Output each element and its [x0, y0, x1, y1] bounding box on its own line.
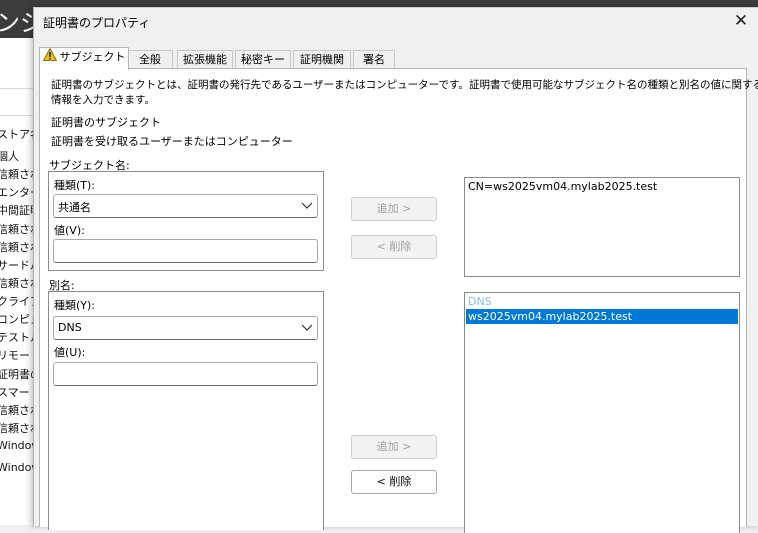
tab-signature[interactable]: 署名 [353, 50, 395, 69]
alt-name-list[interactable]: DNS ws2025vm04.mylab2025.test [464, 292, 740, 533]
tab-label: 署名 [363, 53, 385, 66]
subject-name-list[interactable]: CN=ws2025vm04.mylab2025.test [464, 177, 740, 277]
subject-tab-panel: 証明書のサブジェクトとは、証明書の発行先であるユーザーまたはコンピューターです。… [39, 68, 758, 533]
store-item[interactable]: Window [0, 439, 37, 455]
alt-type-dropdown[interactable]: DNS [53, 316, 318, 340]
close-icon[interactable]: ✕ [731, 11, 751, 31]
subject-type-dropdown[interactable]: 共通名 [53, 194, 318, 218]
description-line-2: 情報を入力できます。 [51, 94, 155, 106]
tab-private-key[interactable]: 秘密キー [235, 50, 291, 69]
store-item[interactable]: スマートカ [0, 384, 37, 400]
alt-type-label: 種類(Y): [54, 299, 96, 312]
subject-type-value: 共通名 [58, 201, 91, 214]
chevron-down-icon [301, 324, 313, 331]
tab-label: 全般 [139, 53, 161, 66]
alt-type-value: DNS [58, 321, 82, 334]
dialog-title: 証明書のプロパティ [43, 16, 151, 30]
store-item[interactable]: 信頼され [0, 166, 37, 182]
store-item[interactable]: テストルー [0, 329, 37, 345]
tab-label: サブジェクト [59, 50, 126, 64]
section-heading: 証明書のサブジェクト [51, 116, 161, 129]
tab-label: 秘密キー [241, 53, 285, 66]
warning-icon [42, 47, 57, 67]
store-item[interactable]: コンピュー [0, 311, 37, 327]
list-item[interactable]: ws2025vm04.mylab2025.test [466, 309, 738, 324]
store-item[interactable]: リモートデ [0, 347, 37, 363]
alt-remove-button[interactable]: < 削除 [351, 470, 437, 494]
tab-label: 拡張機能 [183, 53, 227, 66]
store-item[interactable]: 信頼され [0, 402, 37, 418]
tab-general[interactable]: 全般 [127, 50, 173, 69]
subject-remove-button[interactable]: < 削除 [351, 235, 437, 259]
store-item[interactable]: 中間証明 [0, 202, 37, 218]
list-item[interactable]: CN=ws2025vm04.mylab2025.test [466, 179, 738, 194]
store-item[interactable]: 信頼され [0, 275, 37, 291]
subject-value-label: 値(V): [54, 224, 85, 237]
subject-type-label: 種類(T): [54, 179, 96, 192]
tab-subject[interactable]: サブジェクト [39, 47, 129, 70]
store-item[interactable]: クライアン [0, 293, 37, 309]
store-column-header[interactable]: ストア名 [0, 126, 37, 142]
alt-value-label: 値(U): [54, 346, 86, 359]
store-item[interactable]: サードパー [0, 257, 37, 273]
alt-value-input[interactable] [53, 362, 318, 386]
section-subheading: 証明書を受け取るユーザーまたはコンピューター [51, 135, 293, 148]
chevron-down-icon [301, 202, 313, 209]
store-item[interactable]: 証明書の [0, 366, 37, 382]
store-item[interactable]: 個人 [0, 148, 37, 164]
store-item[interactable]: 信頼され [0, 221, 37, 237]
alt-add-button[interactable]: 追加 > [351, 435, 437, 459]
store-item[interactable]: 信頼され [0, 420, 37, 436]
tab-extensions[interactable]: 拡張機能 [177, 50, 233, 69]
tab-label: 証明機関 [300, 53, 344, 66]
divider [0, 115, 34, 116]
list-group-header: DNS [468, 295, 492, 308]
divider [0, 88, 34, 89]
subject-value-input[interactable] [53, 239, 318, 263]
subject-name-group: 種類(T): 共通名 値(V): [48, 171, 324, 271]
tab-certification-authority[interactable]: 証明機関 [293, 50, 351, 69]
certificate-properties-dialog: 証明書のプロパティ ✕ サブジェクト 全般 拡張機能 秘密キー 証明機関 署名 … [33, 7, 758, 533]
store-item[interactable]: 信頼され [0, 239, 37, 255]
subject-add-button[interactable]: 追加 > [351, 197, 437, 221]
store-item[interactable]: Window [0, 461, 37, 477]
description-line-1: 証明書のサブジェクトとは、証明書の発行先であるユーザーまたはコンピューターです。… [51, 79, 758, 91]
alt-name-group: 種類(Y): DNS 値(U): [48, 291, 324, 530]
store-item[interactable]: エンタープ [0, 184, 37, 200]
